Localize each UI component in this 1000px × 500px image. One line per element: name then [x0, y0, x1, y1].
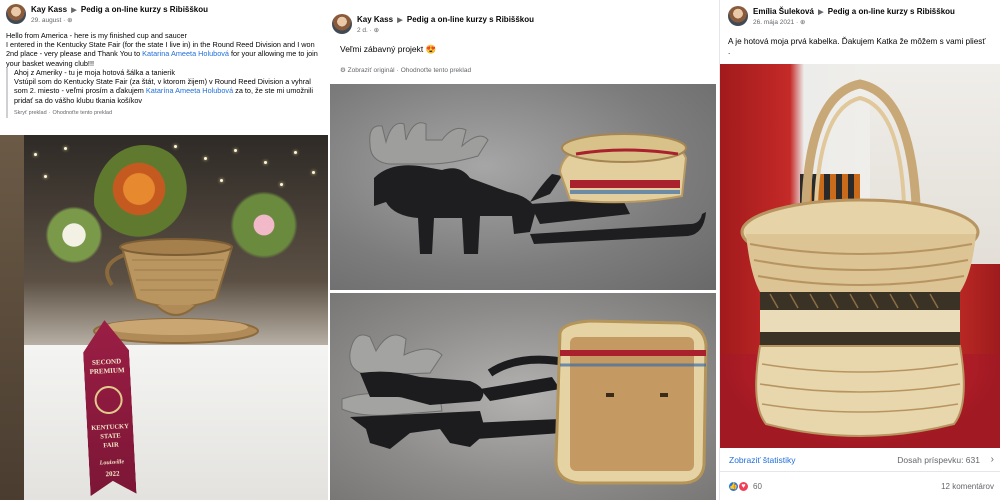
post-photo-wicker-handbag[interactable] — [720, 64, 1000, 448]
post-stats-bar: Zobraziť štatistiky Dosah príspevku: 631… — [720, 450, 1000, 472]
translate-icon: ⚙ — [340, 67, 348, 74]
comments-count[interactable]: 12 komentárov — [941, 482, 994, 491]
heart-eyes-emoji: 😍 — [425, 44, 437, 54]
moose-sleigh-illustration — [369, 122, 706, 254]
love-reaction-icon[interactable]: ♥ — [738, 481, 749, 492]
ribbon-line: FAIR — [103, 441, 119, 450]
separator: · — [48, 109, 51, 116]
group-name[interactable]: Pedig a on-line kurzy s Ribišškou — [828, 7, 955, 16]
post-text-tail: . — [728, 47, 731, 56]
avatar[interactable] — [6, 4, 26, 24]
wicker-handbag-illustration — [740, 79, 980, 437]
post-meta: 26. mája 2021 · ⊕ — [753, 18, 805, 26]
post-text: Veľmi zábavný projekt 😍 — [340, 44, 710, 54]
author-line: Kay Kass ▶ Pedig a on-line kurzy s Ribiš… — [31, 5, 208, 14]
rate-translation-link[interactable]: Ohodnoťte tento preklad — [401, 67, 471, 74]
author-name[interactable]: Emília Šuleková — [753, 7, 814, 16]
post-text: A je hotová moja prvá kabelka. Ďakujem K… — [728, 37, 994, 57]
moose-sleigh-top-illustration — [341, 319, 708, 485]
ribbon-line: PREMIUM — [89, 366, 125, 376]
author-line: Emília Šuleková ▶ Pedig a on-line kurzy … — [753, 7, 955, 16]
post-date[interactable]: 29. august — [31, 17, 61, 24]
post-text-line: Hello from America - here is my finished… — [6, 31, 187, 40]
avatar[interactable] — [728, 6, 748, 26]
rate-translation-link[interactable]: Ohodnoťte tento preklad — [52, 110, 112, 116]
post-text: Hello from America - here is my finished… — [6, 31, 322, 68]
translation-block: Ahoj z Ameriky - tu je moja hotová šálka… — [6, 68, 318, 119]
globe-icon: · ⊕ — [63, 17, 73, 24]
translation-line: Ahoj z Ameriky - tu je moja hotová šálka… — [14, 68, 176, 77]
translation-paragraph: Vstúpil som do Kentucky State Fair (za š… — [14, 77, 318, 105]
group-name[interactable]: Pedig a on-line kurzy s Ribišškou — [407, 15, 534, 24]
ribbon-line: STATE — [100, 432, 121, 441]
chevron-right-icon[interactable]: › — [991, 454, 994, 465]
mention-link[interactable]: Katarína Ameeta Holubová — [146, 86, 233, 95]
post-reach: Dosah príspevku: 631 — [897, 455, 980, 465]
post-date[interactable]: 2 d. — [357, 27, 368, 34]
post-header: Kay Kass ▶ Pedig a on-line kurzy s Ribiš… — [6, 4, 324, 28]
mention-link[interactable]: Katarina Ameeta Holubová — [142, 49, 229, 58]
post-text-line: Veľmi zábavný projekt — [340, 44, 424, 54]
caret-right-icon: ▶ — [397, 17, 403, 24]
show-original-link[interactable]: Zobraziť originál — [348, 67, 395, 74]
ribbon-line: 2022 — [105, 469, 120, 479]
reactions-count[interactable]: 60 — [753, 482, 762, 491]
post-meta: 2 d. · ⊕ — [357, 26, 379, 34]
author-line: Kay Kass ▶ Pedig a on-line kurzy s Ribiš… — [357, 15, 534, 24]
group-name[interactable]: Pedig a on-line kurzy s Ribišškou — [81, 5, 208, 14]
author-name[interactable]: Kay Kass — [357, 15, 393, 24]
reactions-bar: 👍 ♥ 60 12 komentárov — [720, 476, 1000, 498]
post-header: Kay Kass ▶ Pedig a on-line kurzy s Ribiš… — [332, 14, 712, 38]
avatar[interactable] — [332, 14, 352, 34]
display-pedestal — [24, 345, 328, 500]
caret-right-icon: ▶ — [71, 7, 77, 14]
post-date[interactable]: 26. mája 2021 — [753, 19, 794, 26]
ribbon-line: KENTUCKY — [91, 422, 129, 432]
translation-actions: ⚙ Zobraziť originál · Ohodnoťte tento prek… — [340, 66, 471, 74]
view-insights-link[interactable]: Zobraziť štatistiky — [729, 455, 795, 465]
post-text-line: A je hotová moja prvá kabelka. Ďakujem K… — [728, 37, 986, 46]
hide-translation-link[interactable]: Skryť preklad — [14, 110, 47, 116]
post-text-paragraph: I entered in the Kentucky State Fair (fo… — [6, 40, 322, 68]
post-photo-moose-sleigh-side[interactable] — [330, 84, 716, 290]
post-photo-cup-and-saucer[interactable]: SECOND PREMIUM KENTUCKY STATE FAIR Louis… — [24, 135, 328, 500]
author-name[interactable]: Kay Kass — [31, 5, 67, 14]
cup-and-saucer-illustration — [93, 238, 259, 344]
post-header: Emília Šuleková ▶ Pedig a on-line kurzy … — [728, 6, 996, 30]
post-photo-moose-sleigh-top[interactable] — [330, 293, 716, 500]
separator: · — [396, 67, 399, 74]
translation-actions: Skryť preklad · Ohodnoťte tento preklad — [14, 109, 318, 118]
globe-icon: · ⊕ — [369, 27, 380, 34]
caret-right-icon: ▶ — [818, 9, 824, 16]
post-meta: 29. august · ⊕ — [31, 16, 73, 24]
photo-edge-strip — [0, 135, 24, 500]
ribbon-line: Louisville — [99, 459, 125, 467]
fair-seal-icon — [94, 385, 123, 414]
globe-icon: · ⊕ — [796, 19, 806, 26]
